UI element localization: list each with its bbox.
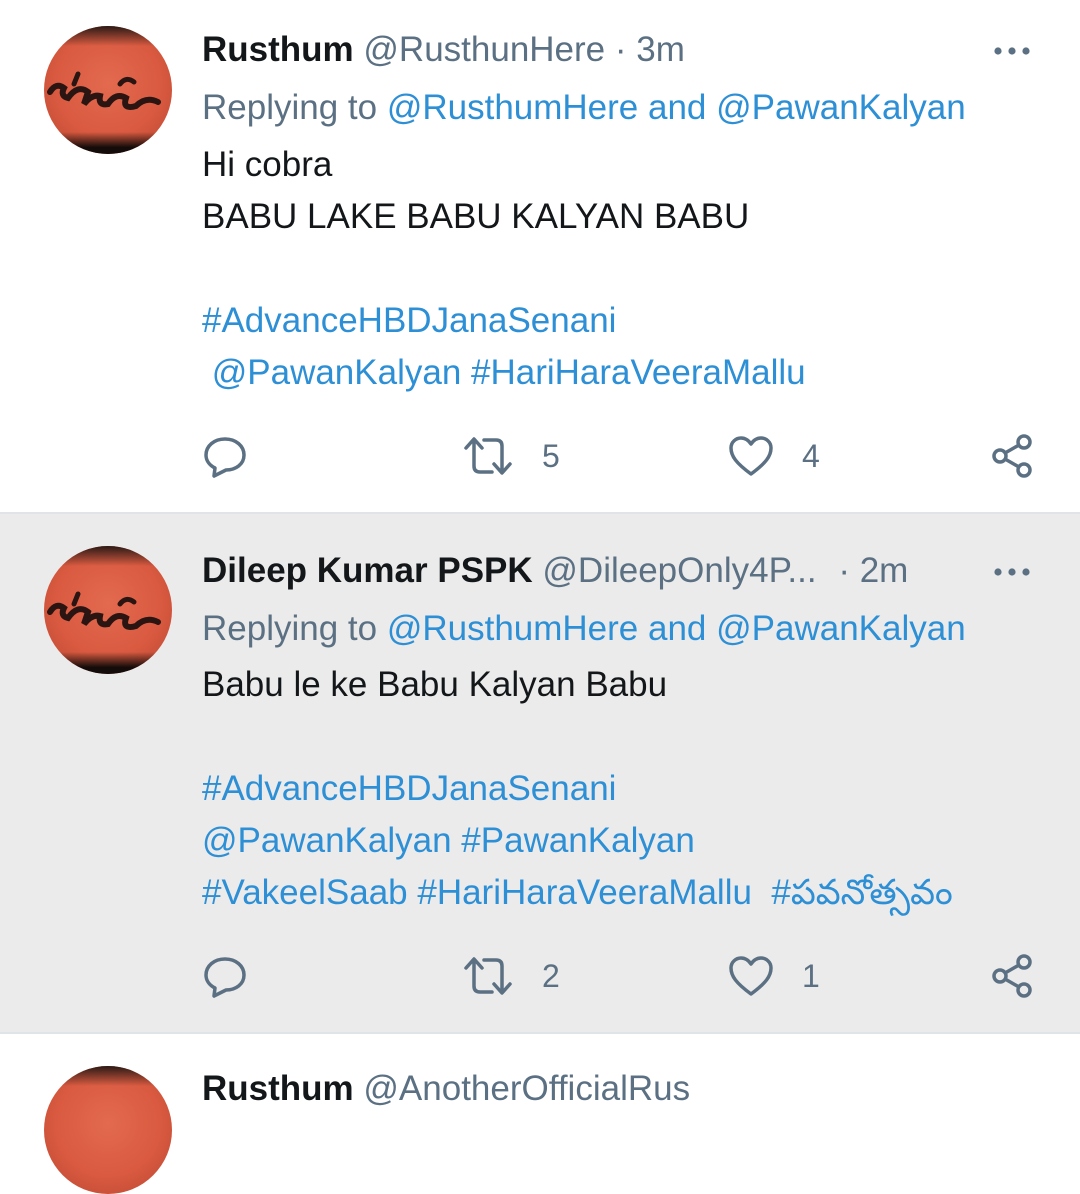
hashtag-line[interactable]: #AdvanceHBDJanaSenani — [202, 768, 616, 810]
replying-to: Replying to @RusthumHere and @PawanKalya… — [202, 608, 966, 650]
separator-dot: · — [838, 551, 850, 590]
tweet-actions: 5 4 — [0, 432, 1080, 480]
more-options-icon[interactable] — [992, 552, 1032, 592]
tweet-text-line: BABU LAKE BABU KALYAN BABU — [202, 197, 750, 236]
timestamp[interactable]: 3m — [636, 30, 685, 69]
tweet-text-line: Hi cobra — [202, 145, 333, 184]
replying-prefix: Replying to — [202, 609, 387, 648]
like-button[interactable]: 1 — [728, 952, 820, 1000]
replying-and: and — [638, 609, 717, 648]
hashtag-line[interactable]: @PawanKalyan #PawanKalyan — [202, 820, 695, 862]
author-name[interactable]: Rusthum — [202, 1069, 354, 1108]
like-button[interactable]: 4 — [728, 432, 820, 480]
replying-prefix: Replying to — [202, 88, 387, 127]
replying-to: Replying to @RusthumHere and @PawanKalya… — [202, 87, 966, 129]
avatar[interactable] — [44, 26, 172, 154]
author-name[interactable]: Rusthum — [202, 30, 354, 69]
heart-icon — [729, 956, 773, 996]
avatar[interactable] — [44, 1066, 172, 1194]
author-handle[interactable]: @RusthunHere — [363, 30, 605, 69]
author-handle[interactable]: @AnotherOfficialRus — [363, 1069, 690, 1108]
reply-button[interactable] — [202, 432, 248, 480]
share-icon — [992, 954, 1032, 998]
like-count: 4 — [802, 437, 820, 474]
mention-link[interactable]: @RusthumHere — [387, 609, 638, 648]
share-icon — [992, 434, 1032, 478]
timestamp[interactable]: 2m — [860, 551, 909, 590]
retweet-button[interactable]: 2 — [462, 952, 560, 1000]
reply-icon — [204, 957, 246, 998]
tweet-header: Rusthum @AnotherOfficialRus — [202, 1068, 690, 1110]
retweet-button[interactable]: 5 — [462, 432, 560, 480]
retweet-count: 5 — [542, 437, 560, 474]
author-handle[interactable]: @DileepOnly4P... — [542, 551, 816, 590]
tweet-header: Rusthum @RusthunHere · 3m — [202, 29, 685, 71]
reply-button[interactable] — [202, 952, 248, 1000]
hashtag-line[interactable]: #VakeelSaab #HariHaraVeeraMallu #పవనోత్స… — [202, 872, 953, 914]
share-button[interactable] — [990, 432, 1036, 480]
hashtag-line[interactable]: @PawanKalyan #HariHaraVeeraMallu — [202, 352, 806, 394]
retweet-icon — [464, 437, 512, 475]
tweet[interactable]: Rusthum @AnotherOfficialRus — [0, 1034, 1080, 1194]
mention-link[interactable]: @RusthumHere — [387, 88, 638, 127]
share-button[interactable] — [990, 952, 1036, 1000]
retweet-count: 2 — [542, 957, 560, 994]
hashtag-line[interactable]: #AdvanceHBDJanaSenani — [202, 300, 616, 342]
separator-dot: · — [614, 30, 627, 69]
mention-link[interactable]: @PawanKalyan — [716, 88, 966, 127]
reply-icon — [204, 437, 246, 478]
mention-link[interactable]: @PawanKalyan — [716, 609, 966, 648]
avatar[interactable] — [44, 546, 172, 674]
tweet-text-line: Babu le ke Babu Kalyan Babu — [202, 665, 668, 704]
more-options-icon[interactable] — [992, 31, 1032, 71]
retweet-icon — [464, 957, 512, 995]
tweet-actions: 2 1 — [0, 952, 1080, 1000]
heart-icon — [729, 436, 773, 476]
tweet[interactable]: Rusthum @RusthunHere · 3m Replying to @R… — [0, 0, 1080, 512]
like-count: 1 — [802, 957, 820, 994]
tweet[interactable]: Dileep Kumar PSPK @DileepOnly4P... · 2m … — [0, 514, 1080, 1032]
replying-and: and — [638, 88, 717, 127]
author-name[interactable]: Dileep Kumar PSPK — [202, 551, 533, 590]
tweet-header: Dileep Kumar PSPK @DileepOnly4P... · 2m — [202, 550, 908, 592]
